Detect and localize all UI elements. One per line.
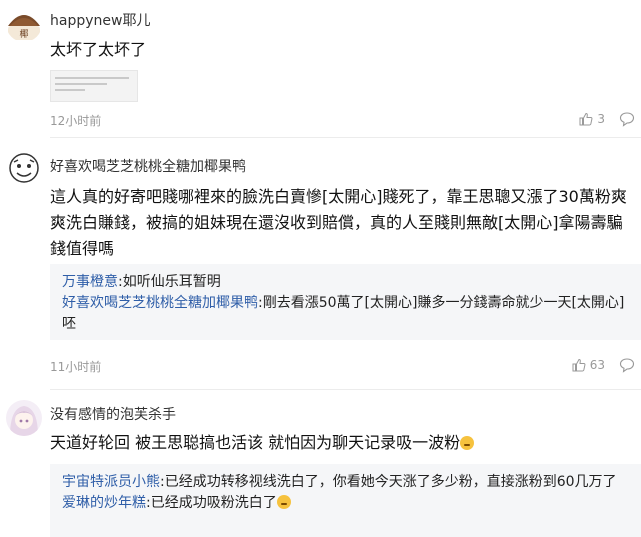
thumbs-up-icon — [572, 358, 586, 372]
comment-meta: 12小时前 3 — [50, 112, 641, 128]
comment-meta: 11小时前 63 — [50, 358, 641, 374]
reply-list: 宇宙特派员小熊:已经成功转移视线洗白了，你看她今天涨了多少粉，直接涨粉到60几万… — [50, 464, 641, 537]
comment-item: 没有感情的泡芙杀手 天道好轮回 被王思聪搞也活该 就怕因为聊天记录吸一波粉 宇宙… — [0, 390, 641, 537]
reply-item: 万事橙意:如听仙乐耳暂明 — [62, 272, 629, 293]
comment-item: 椰 happynew耶儿 太坏了太坏了 12小时前 3 — [0, 0, 641, 138]
reply-username[interactable]: 万事橙意 — [62, 274, 118, 290]
comment-username[interactable]: 没有感情的泡芙杀手 — [50, 404, 176, 424]
cartoon-face-avatar-icon[interactable] — [6, 150, 42, 186]
comment-time: 12小时前 — [50, 114, 102, 128]
like-button[interactable]: 3 — [579, 112, 605, 126]
thumbs-up-icon — [579, 112, 593, 126]
comment-text-content: 天道好轮回 被王思聪搞也活该 就怕因为聊天记录吸一波粉 — [50, 433, 461, 452]
coconut-avatar-icon[interactable]: 椰 — [6, 6, 42, 42]
reply-username[interactable]: 爱琳的炒年糕 — [62, 495, 146, 511]
comment-username[interactable]: 好喜欢喝芝芝桃桃全糖加椰果鸭 — [50, 156, 246, 176]
reply-item: 好喜欢喝芝芝桃桃全糖加椰果鸭:剛去看漲50萬了[太開心]賺多一分錢壽命就少一天[… — [62, 293, 629, 335]
reply-item: 爱琳的炒年糕:已经成功吸粉洗白了 — [62, 493, 629, 514]
speech-bubble-icon[interactable] — [619, 357, 635, 373]
crying-face-emoji-icon — [460, 436, 475, 450]
screenshot-thumbnail-icon[interactable] — [50, 70, 138, 102]
svg-text:椰: 椰 — [19, 28, 28, 40]
comment-time: 11小时前 — [50, 360, 102, 374]
reply-item: 宇宙特派员小熊:已经成功转移视线洗白了，你看她今天涨了多少粉，直接涨粉到60几万… — [62, 472, 629, 493]
like-count: 3 — [597, 112, 605, 126]
comment-text: 天道好轮回 被王思聪搞也活该 就怕因为聊天记录吸一波粉 — [50, 430, 630, 455]
anime-girl-avatar-icon[interactable] — [6, 400, 42, 436]
speech-bubble-icon[interactable] — [619, 111, 635, 127]
reply-text: :已经成功转移视线洗白了，你看她今天涨了多少粉，直接涨粉到60几万了 — [160, 474, 617, 490]
comment-text: 這人真的好寄吧賤哪裡來的臉洗白賣慘[太開心]賤死了，靠王思聰又漲了30萬粉爽爽洗… — [50, 187, 627, 258]
reply-username[interactable]: 宇宙特派员小熊 — [62, 474, 160, 490]
reply-list: 万事橙意:如听仙乐耳暂明 好喜欢喝芝芝桃桃全糖加椰果鸭:剛去看漲50萬了[太開心… — [50, 264, 641, 340]
like-count: 63 — [589, 358, 605, 372]
reply-text: :如听仙乐耳暂明 — [118, 274, 221, 290]
reply-text: :已经成功吸粉洗白了 — [146, 495, 277, 511]
crying-face-emoji-icon — [276, 495, 291, 509]
comment-username[interactable]: happynew耶儿 — [50, 10, 150, 30]
like-button[interactable]: 63 — [572, 358, 605, 372]
reply-username[interactable]: 好喜欢喝芝芝桃桃全糖加椰果鸭 — [62, 295, 258, 311]
comment-item: 好喜欢喝芝芝桃桃全糖加椰果鸭 這人真的好寄吧賤哪裡來的臉洗白賣慘[太開心]賤死了… — [0, 138, 641, 390]
comment-text: 太坏了太坏了 — [50, 40, 147, 59]
